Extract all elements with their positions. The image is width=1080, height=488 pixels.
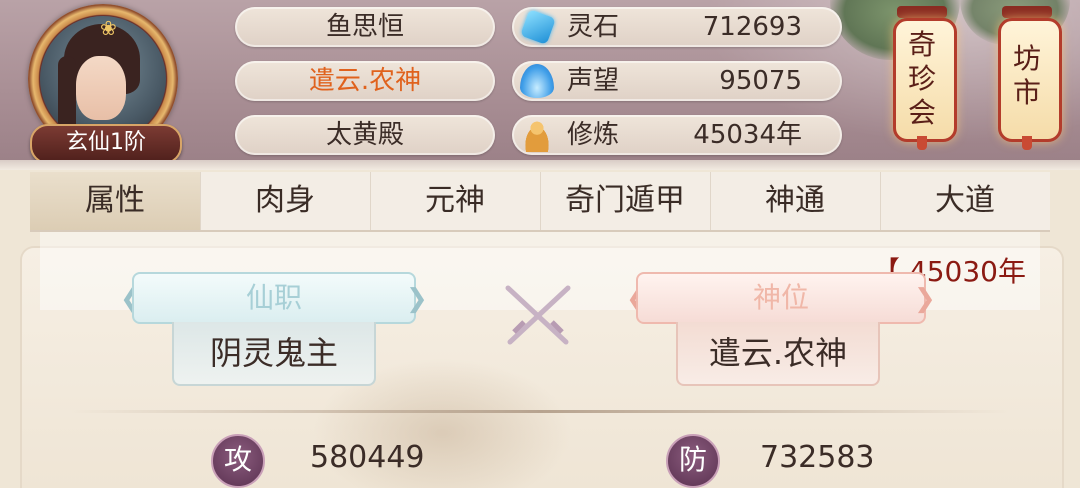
resource-spirit-stone: 灵石 712693 [512, 7, 842, 47]
tab-attributes[interactable]: 属性 [30, 172, 201, 230]
player-sect: 太黄殿 [235, 115, 495, 155]
market-label: 坊市 [1012, 42, 1041, 109]
lantern-tassel [1022, 136, 1032, 150]
resource-reputation: 声望 95075 [512, 61, 842, 101]
divine-rank-value: 遣云.农神 [676, 322, 880, 386]
player-title: 遣云.农神 [235, 61, 495, 101]
section-divider [70, 410, 1010, 413]
lantern-cap [897, 6, 947, 18]
resource-label: 修炼 [567, 120, 620, 150]
attack-value: 580449 [310, 440, 425, 475]
lantern-tassel [917, 136, 927, 150]
hair-ornament-icon: ❀ [100, 16, 117, 40]
tab-qimen-dunjia[interactable]: 奇门遁甲 [540, 172, 711, 230]
spirit-stone-icon [520, 9, 556, 45]
resource-label: 灵石 [567, 12, 620, 42]
resource-cultivation: 修炼 45034年 [512, 115, 842, 155]
player-header: ❀ 玄仙1阶 鱼思恒 遣云.农神 太黄殿 灵石 712693 声望 95075 … [0, 0, 1080, 166]
tab-body[interactable]: 肉身 [200, 172, 371, 230]
immortal-post-value: 阴灵鬼主 [172, 322, 376, 386]
immortal-post-label: 仙职 [132, 272, 416, 324]
header-divider [0, 160, 1080, 170]
treasure-fair-label: 奇珍会 [907, 28, 936, 129]
defense-value: 732583 [760, 440, 875, 475]
crossed-swords-icon [505, 285, 571, 345]
resource-value: 712693 [702, 12, 802, 42]
reputation-icon [520, 64, 554, 98]
lantern-cap [1002, 6, 1052, 18]
treasure-fair-button[interactable]: 奇珍会 [893, 6, 957, 150]
divine-rank-label: 神位 [636, 272, 926, 324]
avatar-face [76, 56, 126, 120]
resource-value: 45034年 [693, 120, 802, 150]
player-name: 鱼思恒 [235, 7, 495, 47]
tab-divine-powers[interactable]: 神通 [710, 172, 881, 230]
tab-spirit[interactable]: 元神 [370, 172, 541, 230]
cultivation-icon [520, 118, 554, 152]
tab-bar: 属性 肉身 元神 奇门遁甲 神通 大道 [30, 172, 1050, 232]
rank-badge: 玄仙1阶 [30, 124, 182, 164]
chevron-right-icon: ❯ [914, 284, 936, 314]
resource-value: 95075 [719, 66, 802, 96]
resource-label: 声望 [567, 66, 620, 96]
market-button[interactable]: 坊市 [998, 6, 1062, 150]
tab-great-dao[interactable]: 大道 [880, 172, 1050, 230]
chevron-right-icon: ❯ [406, 284, 428, 314]
